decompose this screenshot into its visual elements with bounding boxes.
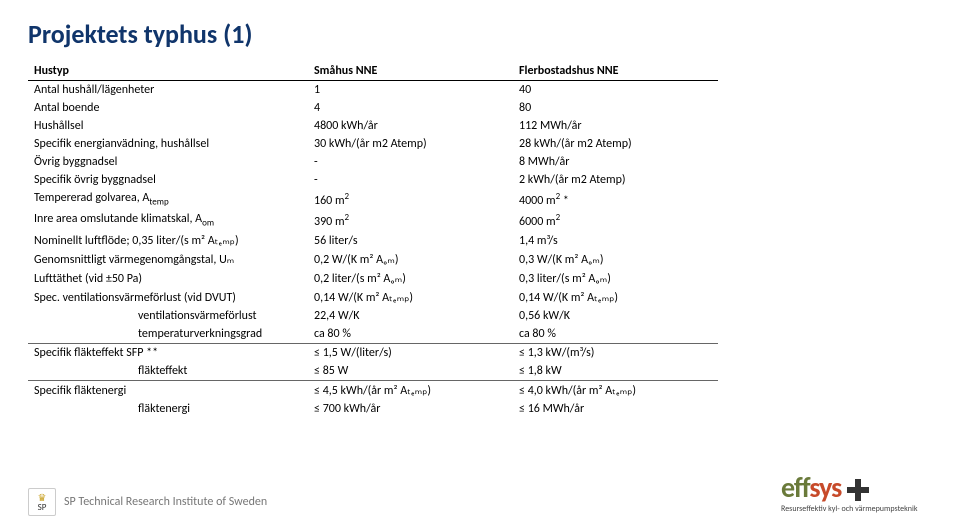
table-row: fläktenergi≤ 700 kWh/år≤ 16 MWh/år <box>28 400 718 418</box>
row-label: Antal boende <box>28 99 308 117</box>
row-value-smahus: ≤ 85 W <box>308 362 513 381</box>
table-row: Tempererad golvarea, Atemp160 m24000 m2 … <box>28 189 718 210</box>
row-label: Genomsnittligt värmegenomgångstal, Uₘ <box>28 250 308 269</box>
table-row: Hushållsel4800 kWh/år112 MWh/år <box>28 117 718 135</box>
typhus-table: Hustyp Småhus NNE Flerbostadshus NNE Ant… <box>28 62 718 418</box>
row-value-smahus: 22,4 W/K <box>308 307 513 325</box>
row-label: Nominellt luftflöde; 0,35 liter/(s m² Aₜ… <box>28 231 308 250</box>
table-row: ventilationsvärmeförlust22,4 W/K0,56 kW/… <box>28 307 718 325</box>
row-value-flerbostad: 1,4 m³/s <box>513 231 718 250</box>
row-value-flerbostad: 6000 m2 <box>513 210 718 231</box>
row-value-flerbostad: 8 MWh/år <box>513 153 718 171</box>
row-value-smahus: 0,2 W/(K m² Aₒₘ) <box>308 250 513 269</box>
row-value-smahus: 160 m2 <box>308 189 513 210</box>
footer-text: SP Technical Research Institute of Swede… <box>64 495 267 509</box>
row-value-smahus: 4800 kWh/år <box>308 117 513 135</box>
table-row: Lufttäthet (vid ±50 Pa)0,2 liter/(s m² A… <box>28 269 718 288</box>
row-label: Specifik fläkteffekt SFP ** <box>28 344 308 363</box>
footer: ♛ SP SP Technical Research Institute of … <box>28 488 267 516</box>
row-value-flerbostad: ≤ 1,3 kW/(m³/s) <box>513 344 718 363</box>
slide-title: Projektets typhus (1) <box>28 18 931 50</box>
table-row: Specifik övrig byggnadsel-2 kWh/(år m2 A… <box>28 171 718 189</box>
row-label: Specifik fläktenergi <box>28 381 308 401</box>
row-label: temperaturverkningsgrad <box>28 325 308 344</box>
row-value-smahus: 0,2 liter/(s m² Aₒₘ) <box>308 269 513 288</box>
row-label: Inre area omslutande klimatskal, Aom <box>28 210 308 231</box>
row-value-smahus: ca 80 % <box>308 325 513 344</box>
row-label: Lufttäthet (vid ±50 Pa) <box>28 269 308 288</box>
row-value-smahus: 0,14 W/(K m² Aₜₑₘₚ) <box>308 288 513 307</box>
row-value-flerbostad: 0,56 kW/K <box>513 307 718 325</box>
table-row: Genomsnittligt värmegenomgångstal, Uₘ0,2… <box>28 250 718 269</box>
table-row: Inre area omslutande klimatskal, Aom390 … <box>28 210 718 231</box>
row-value-flerbostad: 0,3 liter/(s m² Aₒₘ) <box>513 269 718 288</box>
row-value-smahus: ≤ 1,5 W/(liter/s) <box>308 344 513 363</box>
row-value-smahus: 4 <box>308 99 513 117</box>
row-value-smahus: 30 kWh/(år m2 Atemp) <box>308 135 513 153</box>
table-row: Övrig byggnadsel-8 MWh/år <box>28 153 718 171</box>
row-value-smahus: 1 <box>308 81 513 100</box>
effsys-logo: effsys Resurseffektiv kyl- och värmepump… <box>781 474 931 514</box>
row-value-flerbostad: 40 <box>513 81 718 100</box>
row-value-smahus: - <box>308 153 513 171</box>
table-row: temperaturverkningsgradca 80 %ca 80 % <box>28 325 718 344</box>
row-label: ventilationsvärmeförlust <box>28 307 308 325</box>
row-value-smahus: 56 liter/s <box>308 231 513 250</box>
table-row: Antal boende480 <box>28 99 718 117</box>
row-value-smahus: 390 m2 <box>308 210 513 231</box>
sp-logo-icon: ♛ SP <box>28 488 56 516</box>
row-value-flerbostad: 4000 m2 * <box>513 189 718 210</box>
effsys-tagline: Resurseffektiv kyl- och värmepumpsteknik <box>781 504 931 514</box>
row-value-flerbostad: ≤ 16 MWh/år <box>513 400 718 418</box>
header-hustyp: Hustyp <box>28 62 308 81</box>
table-row: Spec. ventilationsvärmeförlust (vid DVUT… <box>28 288 718 307</box>
row-label: Specifik övrig byggnadsel <box>28 171 308 189</box>
header-smahus: Småhus NNE <box>308 62 513 81</box>
row-label: Antal hushåll/lägenheter <box>28 81 308 100</box>
row-value-smahus: - <box>308 171 513 189</box>
plus-icon <box>847 479 869 501</box>
row-value-smahus: ≤ 700 kWh/år <box>308 400 513 418</box>
header-flerbostad: Flerbostadshus NNE <box>513 62 718 81</box>
row-value-flerbostad: 80 <box>513 99 718 117</box>
row-label: Spec. ventilationsvärmeförlust (vid DVUT… <box>28 288 308 307</box>
row-value-flerbostad: ca 80 % <box>513 325 718 344</box>
row-label: fläkteffekt <box>28 362 308 381</box>
row-value-flerbostad: 0,3 W/(K m² Aₒₘ) <box>513 250 718 269</box>
row-value-smahus: ≤ 4,5 kWh/(år m² Aₜₑₘₚ) <box>308 381 513 401</box>
row-value-flerbostad: 0,14 W/(K m² Aₜₑₘₚ) <box>513 288 718 307</box>
table-row: Nominellt luftflöde; 0,35 liter/(s m² Aₜ… <box>28 231 718 250</box>
row-value-flerbostad: 2 kWh/(år m2 Atemp) <box>513 171 718 189</box>
table-row: fläkteffekt≤ 85 W≤ 1,8 kW <box>28 362 718 381</box>
row-label: Övrig byggnadsel <box>28 153 308 171</box>
row-label: fläktenergi <box>28 400 308 418</box>
row-label: Hushållsel <box>28 117 308 135</box>
table-row: Specifik fläkteffekt SFP **≤ 1,5 W/(lite… <box>28 344 718 363</box>
table-row: Antal hushåll/lägenheter140 <box>28 81 718 100</box>
row-value-flerbostad: ≤ 4,0 kWh/(år m² Aₜₑₘₚ) <box>513 381 718 401</box>
row-label: Specifik energianvädning, hushållsel <box>28 135 308 153</box>
row-value-flerbostad: ≤ 1,8 kW <box>513 362 718 381</box>
table-row: Specifik energianvädning, hushållsel30 k… <box>28 135 718 153</box>
row-value-flerbostad: 28 kWh/(år m2 Atemp) <box>513 135 718 153</box>
row-value-flerbostad: 112 MWh/år <box>513 117 718 135</box>
table-row: Specifik fläktenergi≤ 4,5 kWh/(år m² Aₜₑ… <box>28 381 718 401</box>
row-label: Tempererad golvarea, Atemp <box>28 189 308 210</box>
